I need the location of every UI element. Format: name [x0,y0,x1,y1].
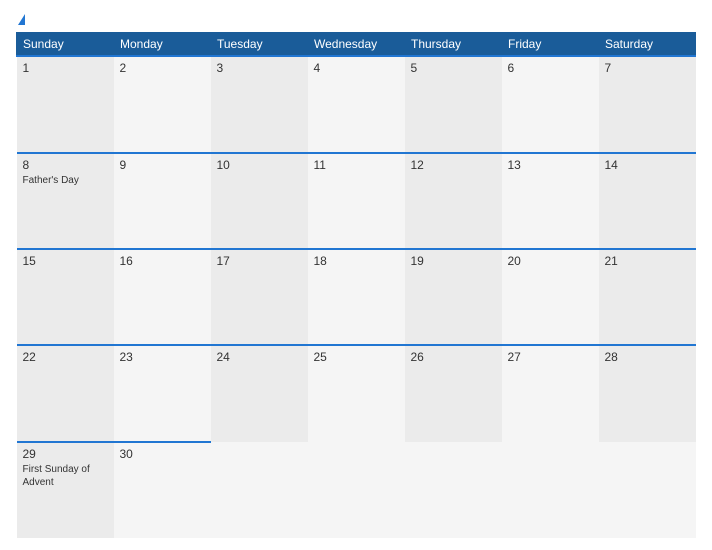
logo-general [16,12,25,26]
day-number: 26 [411,350,496,364]
calendar-cell: 23 [114,345,211,441]
day-number: 4 [314,61,399,75]
calendar-cell: 29 First Sunday of Advent [17,442,114,538]
calendar-cell: 21 [599,249,696,345]
col-header-saturday: Saturday [599,33,696,57]
calendar-cell: 19 [405,249,502,345]
day-number: 17 [217,254,302,268]
calendar-cell: 12 [405,153,502,249]
day-number: 2 [120,61,205,75]
calendar-cell: 16 [114,249,211,345]
calendar-table: SundayMondayTuesdayWednesdayThursdayFrid… [16,32,696,538]
calendar-cell: 30 [114,442,211,538]
calendar-cell: 4 [308,56,405,152]
day-number: 15 [23,254,108,268]
day-number: 6 [508,61,593,75]
day-number: 7 [605,61,690,75]
day-number: 22 [23,350,108,364]
day-number: 30 [120,447,205,461]
calendar-cell [211,442,308,538]
week-row-4: 22 23 24 25 26 27 28 [17,345,696,441]
day-number: 16 [120,254,205,268]
day-number: 20 [508,254,593,268]
col-header-friday: Friday [502,33,599,57]
col-header-tuesday: Tuesday [211,33,308,57]
col-header-sunday: Sunday [17,33,114,57]
calendar-cell [308,442,405,538]
day-number: 19 [411,254,496,268]
calendar-cell: 25 [308,345,405,441]
day-number: 5 [411,61,496,75]
calendar-cell: 18 [308,249,405,345]
day-number: 9 [120,158,205,172]
day-number: 25 [314,350,399,364]
calendar-cell: 17 [211,249,308,345]
days-header-row: SundayMondayTuesdayWednesdayThursdayFrid… [17,33,696,57]
event-label: Father's Day [23,174,108,187]
day-number: 28 [605,350,690,364]
day-number: 23 [120,350,205,364]
calendar-cell: 6 [502,56,599,152]
calendar-cell: 3 [211,56,308,152]
day-number: 29 [23,447,108,461]
day-number: 21 [605,254,690,268]
week-row-1: 1234567 [17,56,696,152]
calendar-cell: 14 [599,153,696,249]
calendar-cell: 28 [599,345,696,441]
day-number: 11 [314,158,399,172]
calendar-cell: 22 [17,345,114,441]
day-number: 10 [217,158,302,172]
day-number: 13 [508,158,593,172]
event-label: First Sunday of Advent [23,463,108,489]
col-header-wednesday: Wednesday [308,33,405,57]
day-number: 14 [605,158,690,172]
logo-triangle-icon [18,14,25,25]
day-number: 18 [314,254,399,268]
calendar-cell: 7 [599,56,696,152]
calendar-cell: 9 [114,153,211,249]
logo [16,12,25,26]
col-header-monday: Monday [114,33,211,57]
calendar-cell: 1 [17,56,114,152]
week-row-5: 29 First Sunday of Advent 30 [17,442,696,538]
calendar-cell: 27 [502,345,599,441]
calendar-cell: 5 [405,56,502,152]
calendar-cell [405,442,502,538]
calendar-cell [599,442,696,538]
day-number: 8 [23,158,108,172]
day-number: 1 [23,61,108,75]
day-number: 3 [217,61,302,75]
day-number: 12 [411,158,496,172]
calendar-cell: 24 [211,345,308,441]
calendar-cell [502,442,599,538]
calendar-cell: 10 [211,153,308,249]
calendar-cell: 20 [502,249,599,345]
week-row-3: 15 16 17 18 19 20 21 [17,249,696,345]
calendar-cell: 13 [502,153,599,249]
calendar-cell: 2 [114,56,211,152]
day-number: 27 [508,350,593,364]
calendar-cell: 11 [308,153,405,249]
calendar-cell: 26 [405,345,502,441]
calendar-cell: 8 Father's Day [17,153,114,249]
week-row-2: 8 Father's Day 9 10 11 12 13 14 [17,153,696,249]
calendar-page: SundayMondayTuesdayWednesdayThursdayFrid… [0,0,712,550]
calendar-cell: 15 [17,249,114,345]
header [16,12,696,26]
col-header-thursday: Thursday [405,33,502,57]
day-number: 24 [217,350,302,364]
